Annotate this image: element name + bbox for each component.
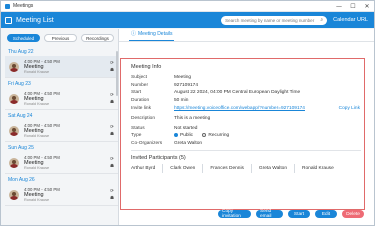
info-icon: ⓘ — [131, 31, 137, 37]
list-tabs: Scheduled Previous Recordings — [1, 29, 118, 46]
maximize-icon[interactable]: ☐ — [346, 1, 360, 11]
meeting-host: Ronald Krause — [24, 134, 50, 138]
day-header: Sun Aug 25 — [8, 145, 34, 151]
tab-meeting-details[interactable]: ⓘ Meeting Details — [129, 30, 175, 41]
meeting-host: Ronald Krause — [24, 70, 50, 74]
recurring-icon: ⟳ — [110, 93, 114, 98]
scrollbar-thumb[interactable] — [116, 51, 118, 96]
delete-button[interactable]: Delete — [342, 210, 364, 218]
start-label: Start — [131, 90, 142, 96]
invited-participants-title: Invited Participants (5) — [131, 155, 186, 162]
avatar — [9, 61, 19, 72]
close-icon[interactable]: ✕ — [360, 1, 374, 11]
participants-icon: ☗ — [109, 132, 114, 137]
edit-button[interactable]: Edit — [315, 210, 337, 218]
app-window: Meetings — ☐ ✕ Meeting List ⌕ Calendar U… — [0, 0, 375, 226]
radio-unselected-icon — [202, 133, 207, 138]
recurring-icon: ⟳ — [110, 125, 114, 130]
search-icon[interactable]: ⌕ — [320, 17, 323, 23]
avatar — [9, 157, 19, 168]
participant: Ronald Krause — [294, 164, 341, 174]
co-organizers-label: Co-Organizers — [131, 141, 163, 147]
type-public-radio[interactable]: Public — [174, 133, 193, 138]
list-item[interactable]: 4:00 PM - 4:50 PM Meeting Ronald Krause … — [5, 184, 118, 206]
recurring-icon: ⟳ — [110, 157, 114, 162]
participants-list: Arthur Byrd Clark Owen Frances Dennis Gr… — [121, 164, 364, 174]
list-scrollbar[interactable] — [116, 51, 118, 225]
day-header: Thu Aug 22 — [8, 49, 34, 55]
subject-value: Meeting — [174, 75, 192, 81]
subject-label: Subject — [131, 75, 147, 81]
recurring-icon: ⟳ — [110, 61, 114, 66]
list-item[interactable]: 4:00 PM - 4:50 PM Meeting Ronald Krause … — [5, 88, 118, 110]
list-item[interactable]: 4:00 PM - 4:50 PM Meeting Ronald Krause … — [5, 56, 118, 78]
type-recurring-label: Recurring — [208, 132, 230, 138]
meeting-host: Ronald Krause — [24, 166, 50, 170]
tab-recordings[interactable]: Recordings — [81, 34, 114, 42]
meeting-list: Thu Aug 22 4:00 PM - 4:50 PM Meeting Ron… — [1, 46, 118, 206]
description-value: This is a meeting — [174, 116, 211, 122]
day-header: Mon Aug 26 — [8, 177, 35, 183]
participant: Frances Dennis — [202, 164, 251, 174]
meeting-host: Ronald Krause — [24, 102, 50, 106]
search-input[interactable] — [225, 17, 321, 23]
status-value: Not started — [174, 125, 198, 131]
list-item[interactable]: 4:00 PM - 4:50 PM Meeting Ronald Krause … — [5, 120, 118, 142]
tab-previous[interactable]: Previous — [44, 34, 77, 42]
participants-icon: ☗ — [109, 196, 114, 201]
type-label: Type — [131, 133, 142, 139]
start-value: August 22 2024, 04:00 PM Central Europea… — [174, 90, 301, 96]
description-label: Description — [131, 116, 155, 122]
list-item[interactable]: 4:00 PM - 4:50 PM Meeting Ronald Krause … — [5, 152, 118, 174]
participants-icon: ☗ — [109, 68, 114, 73]
meeting-detail-panel: ⓘ Meeting Details Meeting Info Subject Me… — [119, 29, 374, 225]
app-header: Meeting List ⌕ Calendar URL — [1, 12, 374, 28]
minimize-icon[interactable]: — — [332, 1, 346, 11]
co-organizers-value: Greta Walton — [174, 141, 203, 147]
tab-scheduled[interactable]: Scheduled — [7, 34, 40, 42]
os-title: Meetings — [13, 3, 34, 9]
page-title: Meeting List — [16, 16, 54, 24]
app-icon — [5, 3, 10, 9]
invite-label: Invite link — [131, 105, 151, 111]
number-value: 927109174 — [174, 82, 199, 88]
start-button[interactable]: Start — [288, 210, 310, 218]
status-label: Status — [131, 125, 145, 131]
number-label: Number — [131, 82, 149, 88]
avatar — [9, 189, 19, 200]
meeting-info-box: Meeting Info Subject Meeting Number 927109… — [120, 58, 365, 210]
meeting-list-icon — [5, 16, 12, 24]
send-email-button[interactable]: Send email — [256, 209, 283, 219]
avatar — [9, 93, 19, 104]
invite-link[interactable]: https://meeting.voiceoffice.com/webapp/?… — [174, 106, 305, 111]
participant: Clark Owen — [162, 164, 202, 174]
participants-icon: ☗ — [109, 100, 114, 105]
meeting-list-panel: Scheduled Previous Recordings Thu Aug 22… — [1, 29, 119, 225]
duration-label: Duration — [131, 98, 150, 104]
type-recurring-radio[interactable]: Recurring — [202, 133, 229, 138]
day-header: Sat Aug 24 — [8, 113, 33, 119]
os-titlebar: Meetings — ☐ ✕ — [1, 1, 374, 12]
recurring-icon: ⟳ — [110, 189, 114, 194]
avatar — [9, 125, 19, 136]
tab-label: Meeting Details — [138, 30, 173, 37]
participant: Arthur Byrd — [131, 166, 156, 172]
participant: Greta Walton — [250, 164, 294, 174]
calendar-url-link[interactable]: Calendar URL — [333, 17, 368, 23]
search-box[interactable]: ⌕ — [221, 15, 328, 25]
section-title: Meeting Info — [131, 64, 162, 70]
meeting-host: Ronald Krause — [24, 198, 50, 202]
copy-invitation-button[interactable]: Copy invitation — [218, 209, 251, 219]
day-header: Fri Aug 23 — [8, 81, 31, 87]
radio-selected-icon — [174, 133, 178, 138]
type-public-label: Public — [180, 132, 194, 138]
copy-link-button[interactable]: Copy Link — [339, 106, 360, 111]
action-bar: Copy invitation Send email Start Edit De… — [119, 209, 374, 220]
duration-value: 50 min — [174, 98, 189, 104]
participants-icon: ☗ — [109, 164, 114, 169]
